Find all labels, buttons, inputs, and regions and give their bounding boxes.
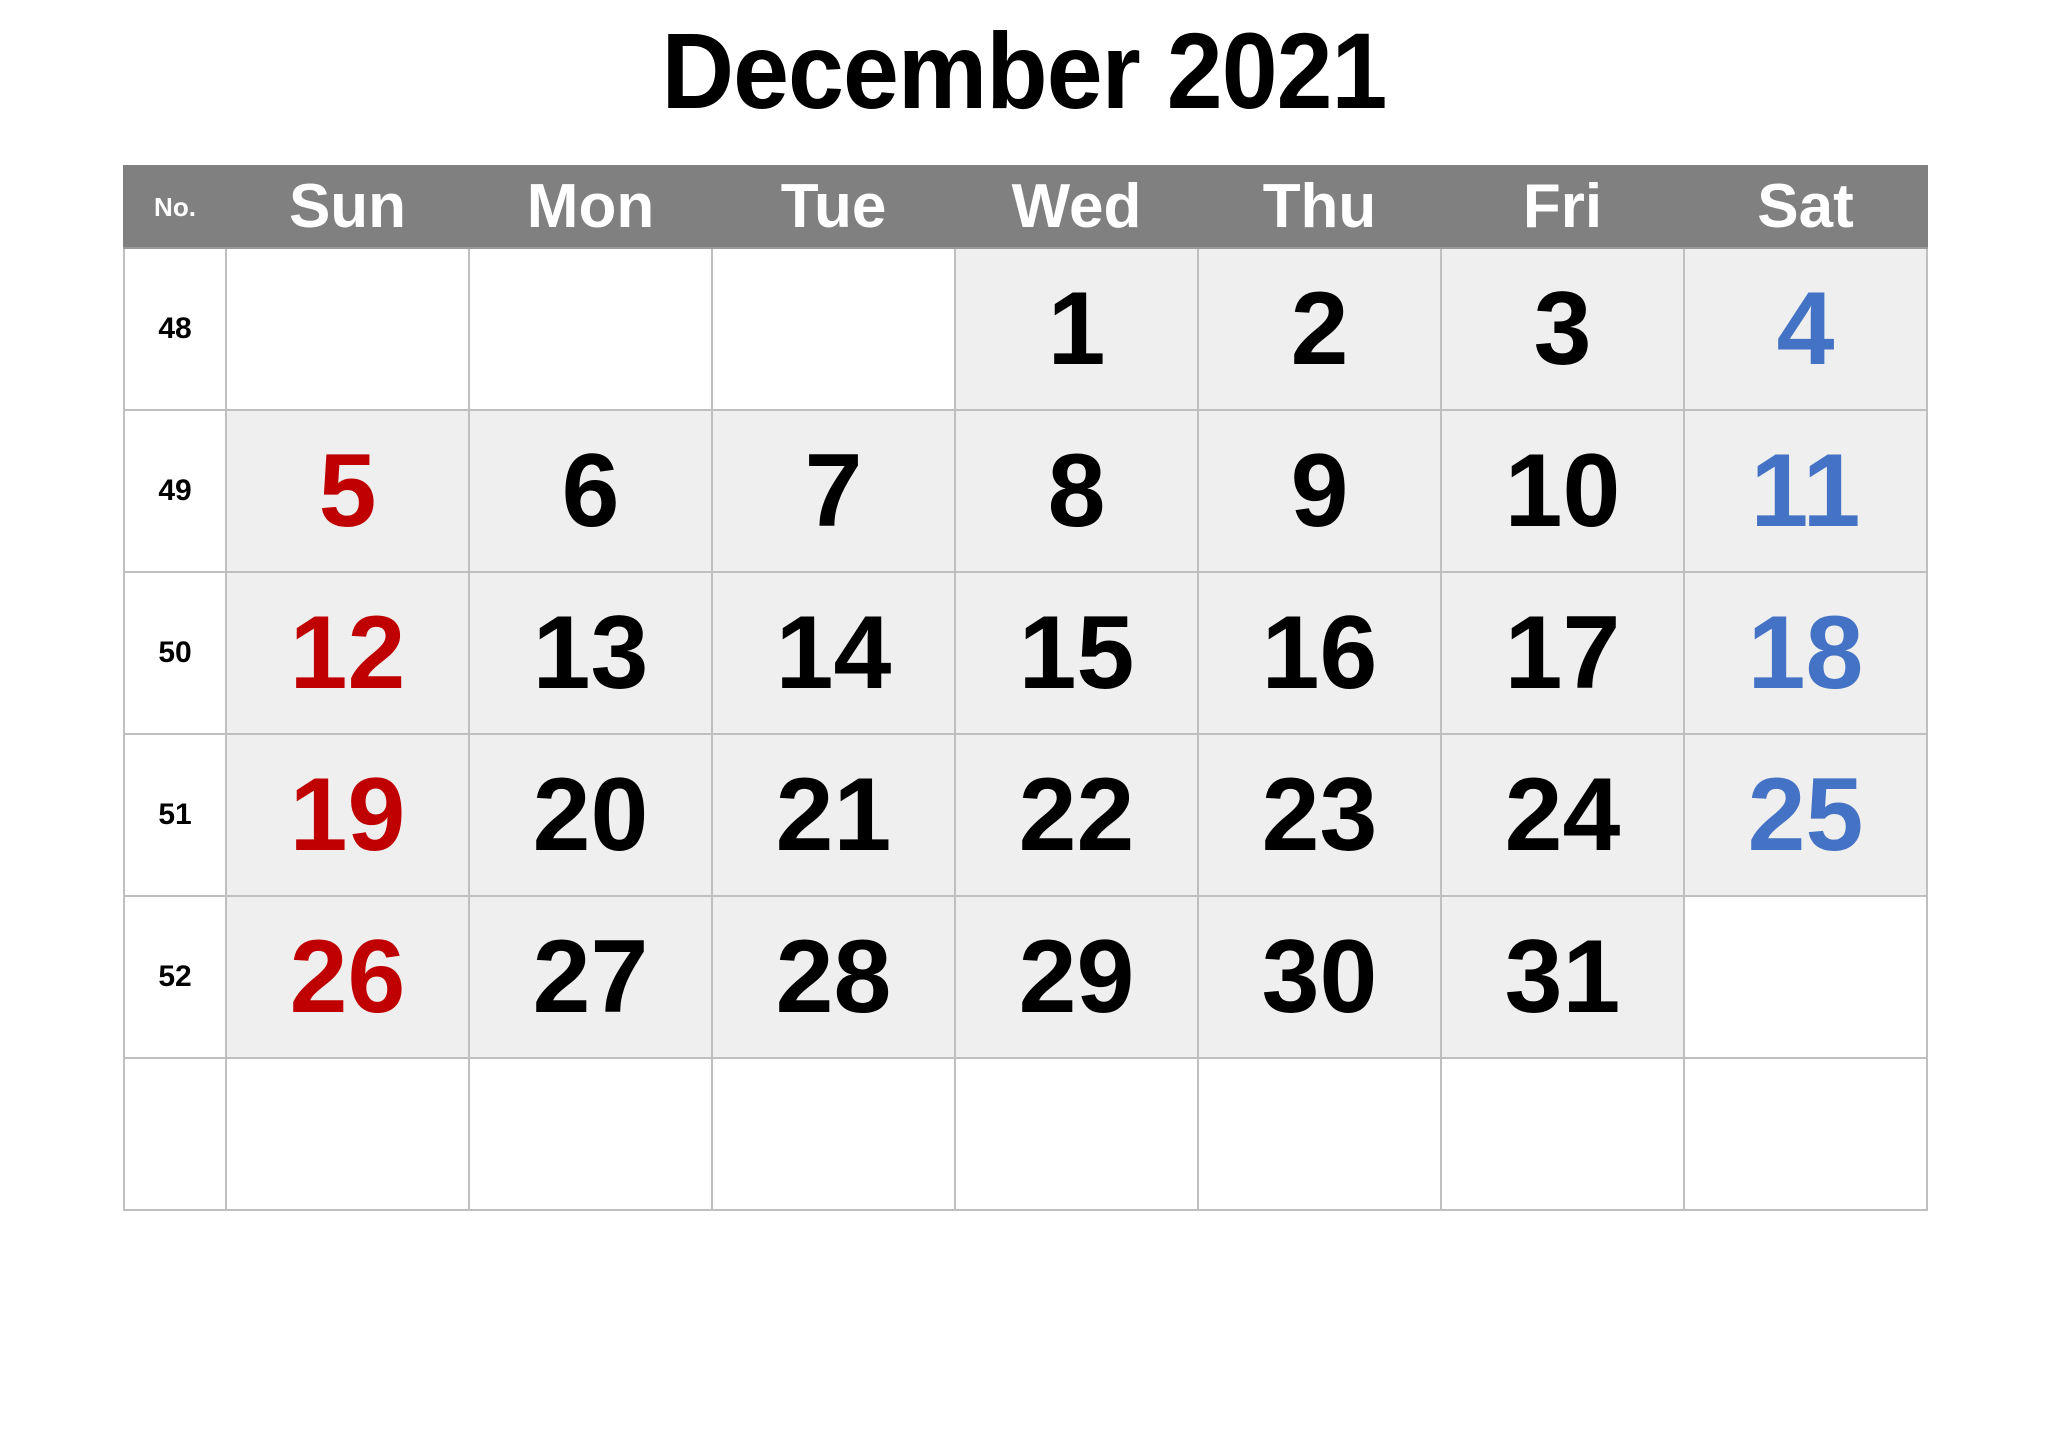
calendar-day-cell-empty[interactable] [954, 1057, 1199, 1211]
calendar-day-cell-empty[interactable] [468, 1057, 713, 1211]
day-number: 4 [1776, 271, 1835, 387]
day-number: 9 [1290, 433, 1349, 549]
calendar-day-cell-empty[interactable] [1440, 1057, 1685, 1211]
calendar-day-cell[interactable]: 6 [468, 409, 713, 573]
day-number: 3 [1533, 271, 1592, 387]
day-header-thu: Thu [1197, 165, 1442, 249]
day-number: 27 [532, 919, 649, 1035]
day-number: 20 [532, 757, 649, 873]
calendar-day-cell-empty[interactable] [468, 247, 713, 411]
week-number-cell [123, 1057, 227, 1211]
day-number: 10 [1504, 433, 1621, 549]
day-number: 22 [1018, 757, 1135, 873]
day-number: 6 [561, 433, 620, 549]
calendar-day-cell[interactable]: 14 [711, 571, 956, 735]
day-number: 26 [289, 919, 406, 1035]
day-number: 29 [1018, 919, 1135, 1035]
calendar-day-cell[interactable]: 9 [1197, 409, 1442, 573]
calendar-day-cell[interactable]: 20 [468, 733, 713, 897]
calendar-week-row: 52 26 27 28 29 30 31 [123, 895, 1928, 1059]
calendar-day-cell[interactable]: 29 [954, 895, 1199, 1059]
day-number: 25 [1747, 757, 1864, 873]
calendar-day-cell[interactable]: 31 [1440, 895, 1685, 1059]
calendar-day-cell[interactable]: 13 [468, 571, 713, 735]
calendar-week-row: 48 1 2 3 4 [123, 247, 1928, 411]
calendar-day-cell-empty[interactable] [1683, 895, 1928, 1059]
calendar-day-cell[interactable]: 17 [1440, 571, 1685, 735]
calendar-day-cell-empty[interactable] [1197, 1057, 1442, 1211]
week-number-cell: 49 [123, 409, 227, 573]
calendar-day-cell[interactable]: 3 [1440, 247, 1685, 411]
week-number-header: No. [123, 165, 227, 249]
calendar-day-cell[interactable]: 10 [1440, 409, 1685, 573]
calendar-day-cell-empty[interactable] [225, 1057, 470, 1211]
day-number: 16 [1261, 595, 1378, 711]
day-number: 12 [289, 595, 406, 711]
calendar-day-cell-empty[interactable] [225, 247, 470, 411]
week-number-cell: 52 [123, 895, 227, 1059]
calendar-header-row: No. Sun Mon Tue Wed Thu Fri Sat [123, 165, 1928, 249]
calendar-day-cell[interactable]: 18 [1683, 571, 1928, 735]
calendar-day-cell[interactable]: 4 [1683, 247, 1928, 411]
calendar-page: December 2021 No. Sun Mon Tue Wed Thu Fr… [0, 0, 2048, 1448]
week-number-cell: 51 [123, 733, 227, 897]
week-number-cell: 50 [123, 571, 227, 735]
day-number: 14 [775, 595, 892, 711]
calendar-day-cell[interactable]: 28 [711, 895, 956, 1059]
calendar-day-cell-empty[interactable] [1683, 1057, 1928, 1211]
calendar-day-cell-empty[interactable] [711, 1057, 956, 1211]
day-number: 31 [1504, 919, 1621, 1035]
calendar-week-row: 51 19 20 21 22 23 24 25 [123, 733, 1928, 897]
calendar-day-cell[interactable]: 25 [1683, 733, 1928, 897]
calendar-week-row: 50 12 13 14 15 16 17 18 [123, 571, 1928, 735]
day-number: 28 [775, 919, 892, 1035]
day-number: 21 [775, 757, 892, 873]
day-number: 5 [318, 433, 377, 549]
day-header-wed: Wed [954, 165, 1199, 249]
day-number: 2 [1290, 271, 1349, 387]
week-number-cell: 48 [123, 247, 227, 411]
calendar-day-cell[interactable]: 19 [225, 733, 470, 897]
calendar-week-row [123, 1057, 1928, 1211]
calendar-day-cell[interactable]: 1 [954, 247, 1199, 411]
day-header-tue: Tue [711, 165, 956, 249]
page-title: December 2021 [661, 10, 1388, 131]
calendar-day-cell[interactable]: 11 [1683, 409, 1928, 573]
calendar-table: No. Sun Mon Tue Wed Thu Fri Sat 48 1 2 3 4 49… [123, 165, 1928, 1211]
calendar-day-cell[interactable]: 5 [225, 409, 470, 573]
calendar-day-cell[interactable]: 7 [711, 409, 956, 573]
calendar-day-cell[interactable]: 8 [954, 409, 1199, 573]
calendar-day-cell[interactable]: 2 [1197, 247, 1442, 411]
calendar-day-cell[interactable]: 24 [1440, 733, 1685, 897]
calendar-body: 48 1 2 3 4 49 5 6 7 8 9 10 11 50 12 13 14 15 16 17 18 51 19 20 2… [123, 247, 1928, 1211]
calendar-day-cell[interactable]: 15 [954, 571, 1199, 735]
day-number: 17 [1504, 595, 1621, 711]
day-number: 19 [289, 757, 406, 873]
calendar-day-cell[interactable]: 26 [225, 895, 470, 1059]
day-header-sat: Sat [1683, 165, 1928, 249]
day-number: 23 [1261, 757, 1378, 873]
day-number: 18 [1747, 595, 1864, 711]
day-number: 1 [1047, 271, 1106, 387]
day-number: 13 [532, 595, 649, 711]
calendar-day-cell[interactable]: 30 [1197, 895, 1442, 1059]
day-number: 8 [1047, 433, 1106, 549]
day-number: 30 [1261, 919, 1378, 1035]
calendar-day-cell[interactable]: 22 [954, 733, 1199, 897]
day-number: 7 [804, 433, 863, 549]
calendar-day-cell-empty[interactable] [711, 247, 956, 411]
day-header-sun: Sun [225, 165, 470, 249]
day-number: 11 [1750, 433, 1861, 549]
calendar-week-row: 49 5 6 7 8 9 10 11 [123, 409, 1928, 573]
day-header-mon: Mon [468, 165, 713, 249]
calendar-day-cell[interactable]: 12 [225, 571, 470, 735]
calendar-day-cell[interactable]: 27 [468, 895, 713, 1059]
day-number: 24 [1504, 757, 1621, 873]
calendar-day-cell[interactable]: 21 [711, 733, 956, 897]
day-number: 15 [1018, 595, 1135, 711]
calendar-day-cell[interactable]: 16 [1197, 571, 1442, 735]
calendar-day-cell[interactable]: 23 [1197, 733, 1442, 897]
day-header-fri: Fri [1440, 165, 1685, 249]
